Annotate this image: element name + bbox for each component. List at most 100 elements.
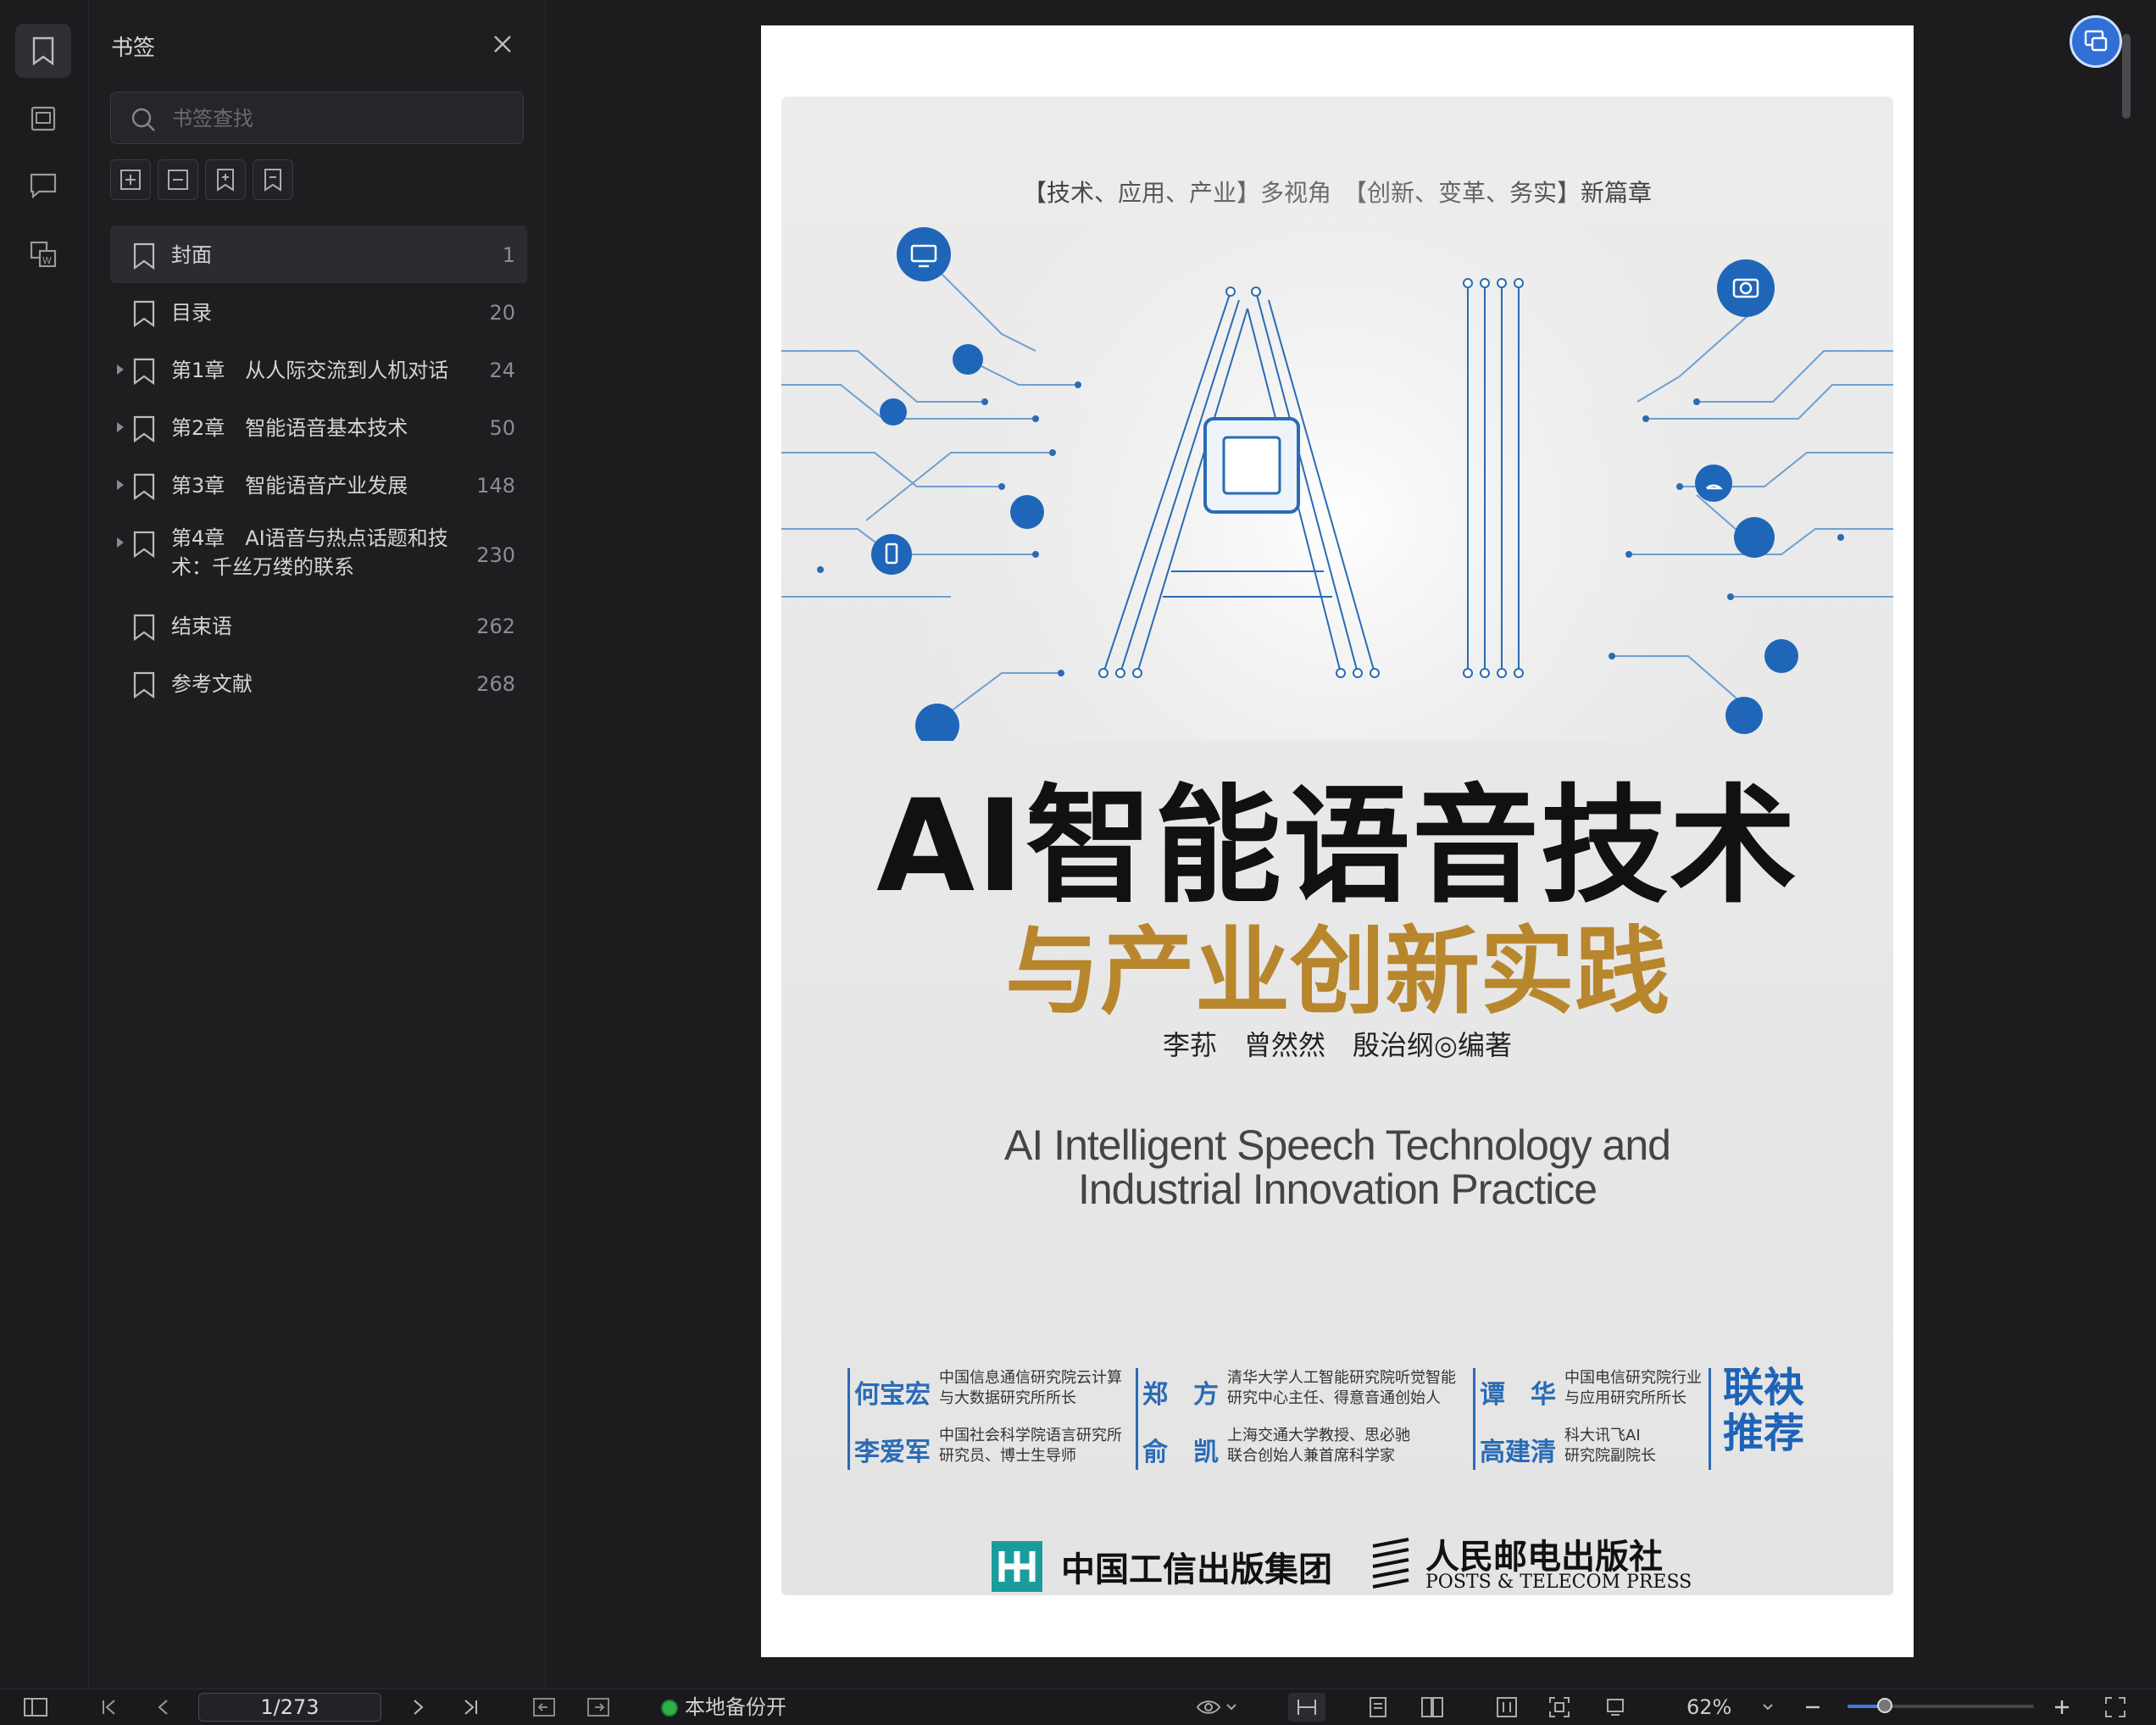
recommender-desc: 研究员、博士生导师 [939, 1447, 1076, 1465]
bookmark-item[interactable]: 目录 20 [110, 283, 527, 341]
bookmark-label: 第1章 从人际交流到人机对话 [171, 359, 449, 382]
bookmark-search-input[interactable] [170, 101, 513, 136]
forward-icon[interactable] [585, 1696, 612, 1718]
expand-arrow-icon[interactable] [117, 480, 124, 490]
bookmark-panel-icon[interactable] [15, 24, 71, 78]
bookmark-label: 第3章 智能语音产业发展 [171, 474, 408, 498]
bookmark-page: 20 [489, 301, 515, 325]
recommender-name: 高建清 [1480, 1438, 1556, 1467]
cover-authors: 李荪 曾然然 殷治纲◎编著 [1163, 1029, 1512, 1061]
backup-status[interactable]: 本地备份开 [661, 1693, 786, 1722]
document-viewport[interactable]: 【技术、应用、产业】多视角 【创新、变革、务实】新篇章 [546, 0, 2139, 1689]
last-page-icon[interactable] [458, 1696, 483, 1718]
recommender: 高建清 科大讯飞AI 研究院副院长 [1473, 1426, 1710, 1468]
recommender-desc: 联合创始人兼首席科学家 [1227, 1447, 1395, 1465]
book-cover: 【技术、应用、产业】多视角 【创新、变革、务实】新篇章 [781, 97, 1893, 1595]
recommender-name: 何宝宏 [854, 1380, 931, 1410]
vertical-scrollbar[interactable] [2122, 34, 2131, 119]
continuous-scroll-icon[interactable] [1493, 1696, 1520, 1718]
backup-status-label: 本地备份开 [685, 1695, 786, 1719]
pdf-page: 【技术、应用、产业】多视角 【创新、变革、务实】新篇章 [761, 25, 1914, 1657]
zoom-slider-handle[interactable] [1877, 1698, 1892, 1713]
recommender: 谭 华 中国电信研究院行业 与应用研究所所长 [1473, 1368, 1710, 1411]
recommender-name: 俞 凯 [1142, 1438, 1219, 1467]
zoom-level[interactable]: 62% [1686, 1693, 1731, 1722]
next-page-icon[interactable] [405, 1696, 431, 1718]
bookmark-label: 第2章 智能语音基本技术 [171, 416, 408, 440]
first-page-icon[interactable] [97, 1696, 122, 1718]
bookmark-item[interactable]: 封面 1 [110, 225, 527, 283]
publisher2-logo [1372, 1538, 1409, 1589]
recommender-desc: 研究中心主任、得意音通创始人 [1227, 1389, 1441, 1407]
recommender-desc: 与大数据研究所所长 [939, 1389, 1076, 1407]
bookmark-list: 封面 1 目录 20 第1章 从人际交流到人机对话 24 第2章 智能语音基本技… [110, 225, 527, 712]
bottom-toolbar: 本地备份开 62% [0, 1689, 2156, 1725]
joint-recommend-line1: 联袂 [1722, 1364, 1804, 1411]
recommender: 何宝宏 中国信息通信研究院云计算 与大数据研究所所长 [847, 1368, 1136, 1411]
recommender-name: 郑 方 [1142, 1380, 1219, 1410]
bookmark-label: 目录 [171, 301, 212, 325]
zoom-out-icon[interactable] [1800, 1696, 1825, 1718]
collapse-all-icon[interactable] [158, 159, 198, 200]
fit-width-icon[interactable] [1288, 1693, 1325, 1722]
remove-bookmark-icon[interactable] [253, 159, 293, 200]
recommender-desc: 清华大学人工智能研究院听觉智能 [1227, 1369, 1456, 1387]
bookmark-page: 262 [476, 615, 515, 638]
zoom-in-icon[interactable] [2049, 1696, 2075, 1718]
bookmark-label: 封面 [171, 243, 212, 267]
bookmark-item[interactable]: 参考文献 268 [110, 654, 527, 712]
bookmark-icon [132, 358, 156, 388]
bookmark-label: 结束语 [171, 615, 232, 638]
bookmark-item[interactable]: 第4章 AI语音与热点话题和技术：千丝万缕的联系 230 [110, 514, 527, 597]
recommender-desc: 上海交通大学教授、思必驰 [1227, 1427, 1410, 1444]
bookmark-page: 24 [489, 359, 515, 382]
single-page-icon[interactable] [1364, 1696, 1392, 1718]
bookmark-item[interactable]: 第3章 智能语音产业发展 148 [110, 456, 527, 514]
comment-panel-icon[interactable] [15, 158, 71, 212]
bookmark-search-box[interactable] [110, 92, 524, 144]
sync-floating-icon[interactable] [2070, 15, 2122, 68]
sidebar-toggle-icon[interactable] [22, 1696, 49, 1718]
thumbnail-panel-icon[interactable] [15, 92, 71, 146]
rotate-icon[interactable] [1602, 1696, 1629, 1718]
bookmark-icon [132, 473, 156, 504]
zoom-slider[interactable] [1848, 1698, 2034, 1713]
joint-recommend-line2: 推荐 [1722, 1410, 1804, 1457]
double-page-icon[interactable] [1419, 1696, 1446, 1718]
expand-arrow-icon[interactable] [117, 537, 124, 548]
cover-title-sub: 与产业创新实践 [1005, 917, 1670, 1027]
page-number-input[interactable] [198, 1693, 381, 1722]
back-icon[interactable] [531, 1696, 558, 1718]
previous-page-icon[interactable] [151, 1696, 176, 1718]
circuit-illustration [781, 97, 1893, 741]
close-icon[interactable] [487, 29, 518, 59]
joint-recommend: 联袂 推荐 [1717, 1365, 1810, 1456]
recommender-name: 李爱军 [854, 1438, 931, 1467]
panel-title: 书签 [111, 36, 156, 61]
bookmark-page: 230 [476, 543, 515, 567]
bookmark-item[interactable]: 第1章 从人际交流到人机对话 24 [110, 341, 527, 398]
expand-arrow-icon[interactable] [117, 422, 124, 432]
bookmark-page: 148 [476, 474, 515, 498]
bookmark-page: 1 [502, 243, 515, 267]
recommender-desc: 研究院副院长 [1564, 1447, 1656, 1465]
bookmark-item[interactable]: 第2章 智能语音基本技术 50 [110, 398, 527, 456]
expand-all-icon[interactable] [110, 159, 151, 200]
bookmark-item[interactable]: 结束语 262 [110, 597, 527, 654]
recommenders-block: 何宝宏 中国信息通信研究院云计算 与大数据研究所所长 郑 方 清华大学人工智能研… [847, 1368, 1831, 1470]
eye-mode-icon[interactable] [1193, 1696, 1241, 1718]
cover-english-title-1: AI Intelligent Speech Technology and [1004, 1121, 1671, 1169]
bookmark-page: 50 [489, 416, 515, 440]
add-bookmark-icon[interactable] [205, 159, 246, 200]
expand-arrow-icon[interactable] [117, 364, 124, 375]
extract-panel-icon[interactable]: W [15, 227, 71, 281]
publisher1-name: 中国工信出版集团 [1061, 1550, 1332, 1589]
fullscreen-icon[interactable] [2102, 1696, 2129, 1718]
zoom-dropdown-chevron-down-icon[interactable] [1758, 1696, 1778, 1718]
bookmark-icon [132, 531, 156, 561]
recommender: 李爱军 中国社会科学院语言研究所 研究员、博士生导师 [847, 1426, 1136, 1468]
bookmark-page: 268 [476, 672, 515, 696]
bookmark-icon [132, 614, 156, 644]
fit-page-icon[interactable] [1546, 1696, 1573, 1718]
recommender: 郑 方 清华大学人工智能研究院听觉智能 研究中心主任、得意音通创始人 [1136, 1368, 1475, 1411]
